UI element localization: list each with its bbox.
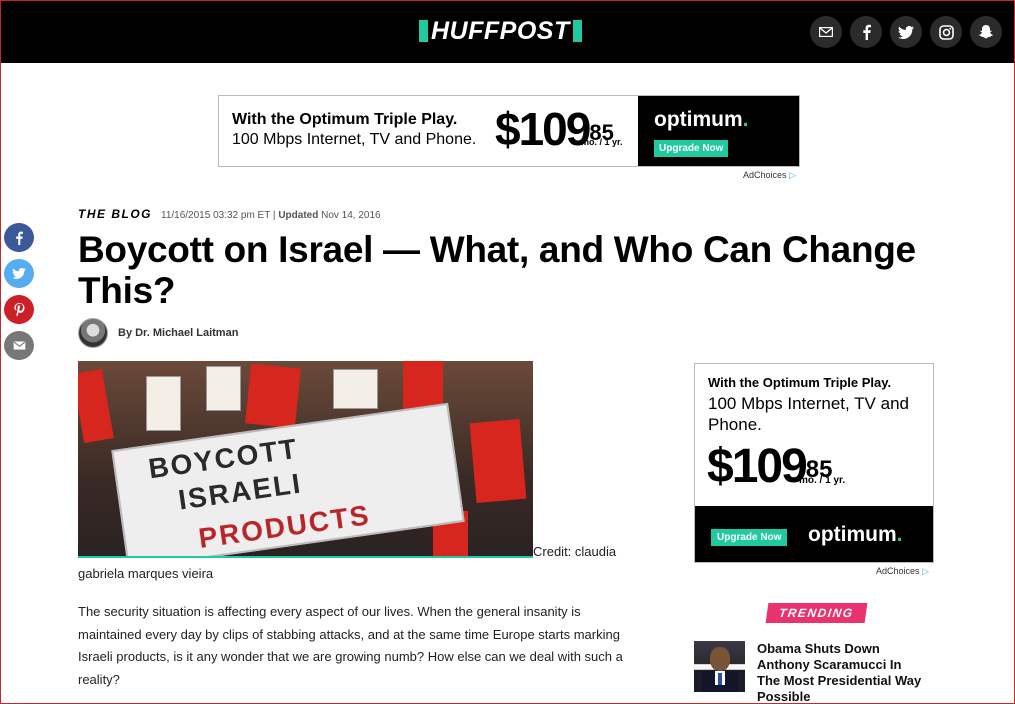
adchoices-icon: ▷ [789, 170, 796, 180]
header-social-links [810, 16, 1002, 48]
article-meta: THE BLOG 11/16/2015 03:32 pm ET | Update… [78, 207, 381, 221]
facebook-share-icon[interactable] [4, 223, 34, 252]
trending-thumbnail[interactable] [694, 641, 745, 692]
trending-item[interactable]: Obama Shuts Down Anthony Scaramucci In T… [694, 641, 927, 704]
snapchat-icon[interactable] [970, 16, 1002, 48]
adchoices-link[interactable]: AdChoices ▷ [743, 170, 796, 181]
top-banner-ad[interactable]: With the Optimum Triple Play. 100 Mbps I… [218, 95, 800, 167]
sidebar-ad[interactable]: With the Optimum Triple Play. 100 Mbps I… [694, 363, 934, 563]
article-image[interactable]: BOYCOTT ISRAELI PRODUCTS [78, 361, 533, 556]
facebook-icon[interactable] [850, 16, 882, 48]
adchoices-link[interactable]: AdChoices ▷ [876, 566, 929, 577]
author-avatar[interactable] [78, 318, 108, 348]
share-rail [4, 223, 34, 360]
optimum-logo: optimum. [808, 523, 903, 546]
image-credit: Credit: claudia [533, 544, 617, 559]
section-label[interactable]: THE BLOG [78, 207, 152, 221]
ad-price-term: mo. / 1 yr. [799, 475, 846, 486]
thumb-tie [718, 673, 722, 685]
trending-label: TRENDING [765, 603, 868, 623]
instagram-icon[interactable] [930, 16, 962, 48]
adchoices-icon: ▷ [922, 566, 929, 576]
image-underline [78, 556, 533, 558]
byline: By Dr. Michael Laitman [78, 318, 238, 348]
site-header: HUFFPOST [1, 1, 1014, 63]
article-title: Boycott on Israel — What, and Who Can Ch… [78, 229, 916, 311]
protest-sign [333, 369, 378, 409]
email-share-icon[interactable] [4, 331, 34, 360]
huffpost-logo[interactable]: HUFFPOST [419, 18, 582, 44]
ad-brand-panel: optimum. Upgrade Now [638, 96, 799, 166]
ad-subline: 100 Mbps Internet, TV and Phone. [232, 131, 477, 148]
logo-right-bar [572, 20, 582, 42]
ad-headline: With the Optimum Triple Play. [708, 375, 892, 390]
protest-sign [206, 366, 241, 411]
ad-subline: 100 Mbps Internet, TV and Phone. [708, 394, 909, 434]
ad-brand-panel: Upgrade Now optimum. [695, 506, 933, 562]
timestamp: 11/16/2015 03:32 pm ET | Updated Nov 14,… [161, 210, 381, 221]
logo-text: HUFFPOST [431, 17, 570, 45]
upgrade-now-button[interactable]: Upgrade Now [654, 140, 729, 157]
author-name[interactable]: By Dr. Michael Laitman [118, 327, 238, 339]
protest-sign [146, 376, 181, 431]
logo-left-bar [419, 20, 428, 42]
red-flag [245, 363, 301, 429]
twitter-icon[interactable] [890, 16, 922, 48]
pinterest-share-icon[interactable] [4, 295, 34, 324]
optimum-logo: optimum. [654, 108, 749, 131]
email-icon[interactable] [810, 16, 842, 48]
red-flag [469, 418, 527, 504]
trending-headline[interactable]: Obama Shuts Down Anthony Scaramucci In T… [757, 641, 927, 704]
twitter-share-icon[interactable] [4, 259, 34, 288]
article-body-paragraph: The security situation is affecting ever… [78, 604, 623, 687]
upgrade-now-button[interactable]: Upgrade Now [711, 529, 788, 546]
thumb-face [710, 647, 730, 671]
ad-headline: With the Optimum Triple Play. [232, 111, 458, 128]
image-credit-continued: gabriela marques vieira [78, 566, 214, 581]
red-flag [78, 368, 114, 444]
ad-price-term: mo. / 1 yr. [581, 137, 623, 147]
